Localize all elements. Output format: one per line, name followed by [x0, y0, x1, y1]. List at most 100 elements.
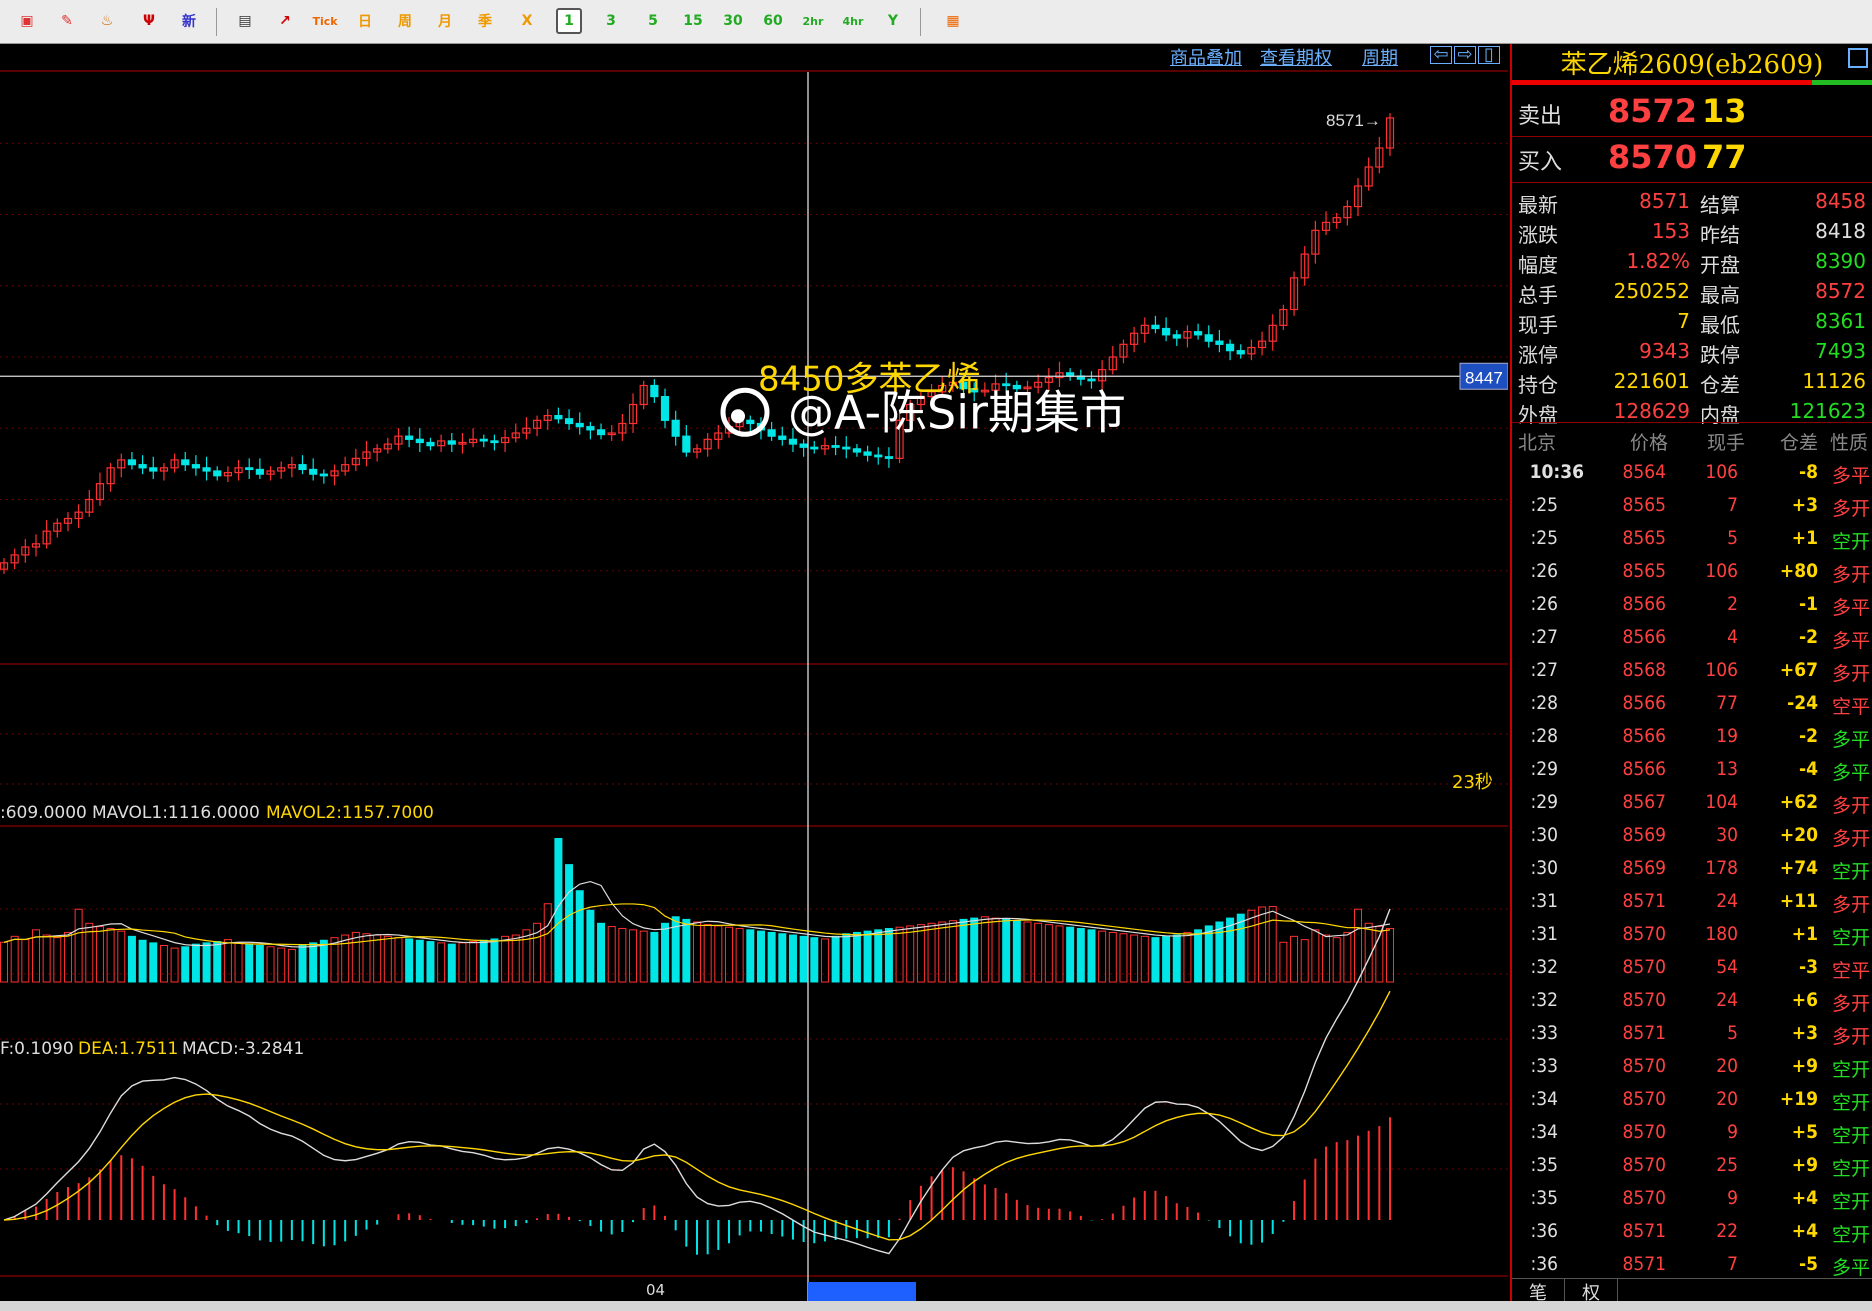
- period-link[interactable]: 周期: [1362, 44, 1398, 70]
- quote-value: 8571: [1639, 189, 1690, 213]
- tick-row[interactable]: :30 8569 178 +74 空开: [1512, 853, 1872, 886]
- tick-time: :36: [1530, 1220, 1558, 1242]
- sell-row: 卖出 8572 13: [1512, 92, 1872, 132]
- tick-row[interactable]: :29 8566 13 -4 多平: [1512, 754, 1872, 787]
- tick-row[interactable]: :31 8570 180 +1 空开: [1512, 919, 1872, 952]
- tick-row[interactable]: 10:36 8564 106 -8 多平: [1512, 457, 1872, 490]
- chart-icon[interactable]: ↗: [272, 8, 298, 34]
- new-icon[interactable]: 新: [176, 8, 202, 34]
- filter-icon[interactable]: Ψ: [136, 8, 162, 34]
- volume-bar: [810, 937, 819, 983]
- volume-bar: [1076, 928, 1085, 983]
- tick-header-time: 北京: [1518, 432, 1557, 454]
- volume-bar: [490, 938, 499, 983]
- volume-bar: [0, 941, 8, 983]
- tick-volume: 54: [1716, 956, 1738, 978]
- tick-row[interactable]: :35 8570 25 +9 空开: [1512, 1150, 1872, 1183]
- chart-svg[interactable]: 8571→84478450多苯乙烯@A-陈Sir期集市23秒:609.0000 M…: [0, 44, 1508, 1301]
- tick-row[interactable]: :26 8565 106 +80 多开: [1512, 556, 1872, 589]
- year-button[interactable]: X: [514, 8, 540, 34]
- volume-bar: [74, 908, 83, 983]
- tick-row[interactable]: :27 8566 4 -2 多平: [1512, 622, 1872, 655]
- candle-body: [1066, 372, 1075, 377]
- tick-row[interactable]: :35 8570 9 +4 空开: [1512, 1183, 1872, 1216]
- volume-bar: [746, 929, 755, 983]
- tick-row[interactable]: :30 8569 30 +20 多开: [1512, 820, 1872, 853]
- tick-row[interactable]: :29 8567 104 +62 多开: [1512, 787, 1872, 820]
- tick-row[interactable]: :28 8566 77 -24 空平: [1512, 688, 1872, 721]
- volume-bar: [1172, 934, 1181, 983]
- tick-nature: 空平: [1831, 960, 1870, 982]
- tick-row[interactable]: :31 8571 24 +11 多开: [1512, 886, 1872, 919]
- tick-row[interactable]: :36 8571 22 +4 空开: [1512, 1216, 1872, 1249]
- tick-row[interactable]: :25 8565 5 +1 空开: [1512, 523, 1872, 556]
- tab-trades[interactable]: 笔: [1512, 1279, 1565, 1304]
- 3min-button[interactable]: 3: [598, 8, 624, 34]
- prev-icon[interactable]: ⇦: [1430, 46, 1452, 64]
- 15min-button[interactable]: 15: [680, 8, 706, 34]
- tick-button[interactable]: Tick: [312, 8, 338, 34]
- 1min-button[interactable]: 1: [556, 8, 582, 34]
- volume-bar: [938, 921, 947, 983]
- volume-bar: [1194, 929, 1203, 983]
- next-icon[interactable]: ⇨: [1454, 46, 1476, 64]
- tick-nature: 多平: [1831, 762, 1870, 784]
- day-button[interactable]: 日: [352, 8, 378, 34]
- volume-bar: [1215, 921, 1224, 983]
- tick-row[interactable]: :32 8570 24 +6 多开: [1512, 985, 1872, 1018]
- 60min-button[interactable]: 60: [760, 8, 786, 34]
- window-icon[interactable]: ▣: [14, 8, 40, 34]
- maximize-icon[interactable]: [1848, 48, 1868, 68]
- volume-bar: [447, 943, 456, 983]
- tick-row[interactable]: :33 8571 5 +3 多开: [1512, 1018, 1872, 1051]
- pencil-icon[interactable]: ✎: [54, 8, 80, 34]
- tick-row[interactable]: :26 8566 2 -1 多平: [1512, 589, 1872, 622]
- tick-price: 8566: [1622, 692, 1667, 714]
- quote-label: 最高: [1700, 283, 1740, 307]
- tick-row[interactable]: :33 8570 20 +9 空开: [1512, 1051, 1872, 1084]
- volume-bar: [1108, 931, 1117, 983]
- candle-body: [671, 419, 680, 437]
- tick-oi-change: -4: [1799, 758, 1818, 780]
- 4h-button[interactable]: 4hr: [840, 8, 866, 34]
- y-button[interactable]: Y: [880, 8, 906, 34]
- quote-label: 开盘: [1700, 253, 1740, 277]
- quote-label: 现手: [1518, 313, 1558, 337]
- bell-icon[interactable]: ♨: [94, 8, 120, 34]
- tick-row[interactable]: :34 8570 20 +19 空开: [1512, 1084, 1872, 1117]
- volume-bar: [501, 935, 510, 983]
- tick-row[interactable]: :32 8570 54 -3 空平: [1512, 952, 1872, 985]
- volume-bar: [820, 938, 829, 983]
- tick-volume: 106: [1705, 461, 1738, 483]
- contract-title: 苯乙烯2609(eb2609): [1560, 49, 1824, 80]
- 30min-button[interactable]: 30: [720, 8, 746, 34]
- tick-time: :29: [1530, 758, 1558, 780]
- calculator-icon[interactable]: ▦: [940, 8, 966, 34]
- options-link[interactable]: 查看期权: [1260, 44, 1332, 70]
- candle-body: [191, 464, 201, 469]
- week-button[interactable]: 周: [392, 8, 418, 34]
- candle-body: [1172, 334, 1181, 339]
- toolbar: ▣ ✎ ♨ Ψ 新 ▤ ↗ Tick 日周月季 X 1 3 5 15 30 60 2hr 4hr Y ▦: [0, 0, 1872, 44]
- overlay-link[interactable]: 商品叠加: [1170, 44, 1242, 70]
- volume-bar: [693, 921, 701, 983]
- table-icon[interactable]: ▤: [232, 8, 258, 34]
- tick-row[interactable]: :34 8570 9 +5 空开: [1512, 1117, 1872, 1150]
- 5min-button[interactable]: 5: [640, 8, 666, 34]
- tick-volume: 7: [1727, 1253, 1738, 1275]
- tab-options[interactable]: 权: [1565, 1279, 1618, 1304]
- tick-volume: 24: [1716, 890, 1738, 912]
- month-button[interactable]: 月: [432, 8, 458, 34]
- 2h-button[interactable]: 2hr: [800, 8, 826, 34]
- tick-row[interactable]: :28 8566 19 -2 多平: [1512, 721, 1872, 754]
- tick-volume: 104: [1705, 791, 1738, 813]
- volume-bar: [469, 941, 478, 983]
- candle-body: [149, 467, 158, 472]
- chart-area[interactable]: 8571→ 8447 8450多苯乙烯 @A-陈Sir期集市 23秒:609.0000 M…: [0, 44, 1508, 1301]
- panel-toggle-icon[interactable]: ▯: [1478, 46, 1500, 64]
- tick-price: 8570: [1622, 923, 1667, 945]
- season-button[interactable]: 季: [472, 8, 498, 34]
- tick-row[interactable]: :25 8565 7 +3 多开: [1512, 490, 1872, 523]
- tick-row[interactable]: :27 8568 106 +67 多开: [1512, 655, 1872, 688]
- tick-oi-change: +67: [1779, 659, 1818, 681]
